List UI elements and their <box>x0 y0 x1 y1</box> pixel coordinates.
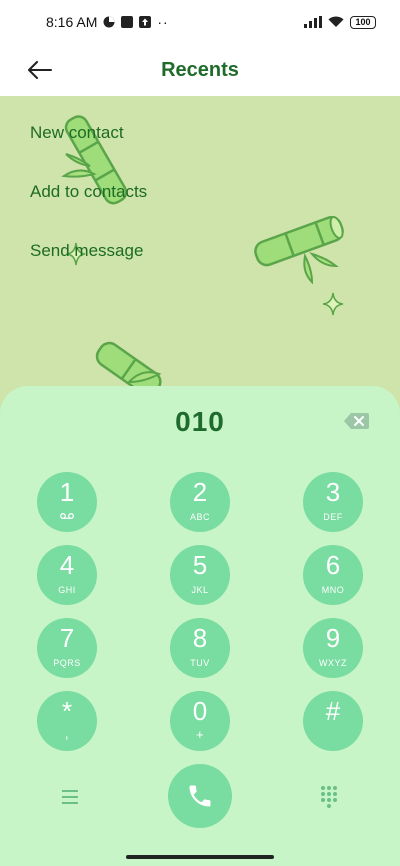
key-digit: # <box>325 696 341 726</box>
page-title: Recents <box>161 58 239 81</box>
upload-notification-icon <box>139 16 152 28</box>
key-letters: MNO <box>321 585 345 595</box>
more-notifications-indicator: ·· <box>157 14 169 30</box>
key-digit: 6 <box>325 550 341 580</box>
app-header: Recents <box>0 44 400 96</box>
status-bar: 8:16 AM ·· 100 <box>0 0 400 44</box>
key-0[interactable]: 0 + <box>170 691 230 751</box>
key-3[interactable]: 3 DEF <box>303 472 363 532</box>
menu-item-new-contact[interactable]: New contact <box>30 120 147 179</box>
notification-square-icon <box>121 16 134 28</box>
key-8[interactable]: 8 TUV <box>170 618 230 678</box>
dialer-actions <box>0 762 400 832</box>
signal-icon <box>304 16 322 28</box>
navigation-bar <box>0 846 400 866</box>
key-7[interactable]: 7 PQRS <box>37 618 97 678</box>
key-digit: 1 <box>59 477 75 507</box>
status-right: 100 <box>304 15 376 29</box>
key-letters: DEF <box>323 512 343 522</box>
key-letters: WXYZ <box>319 658 347 668</box>
back-button[interactable] <box>22 54 58 86</box>
menu-item-add-to-contacts[interactable]: Add to contacts <box>30 179 147 238</box>
key-hash[interactable]: # <box>303 691 363 751</box>
key-letters: TUV <box>190 658 210 668</box>
status-time: 8:16 AM <box>46 14 98 30</box>
key-digit: 4 <box>59 550 75 580</box>
key-letters: GHI <box>58 585 76 595</box>
key-2[interactable]: 2 ABC <box>170 472 230 532</box>
key-digit: 2 <box>192 477 208 507</box>
backspace-icon[interactable] <box>342 410 370 432</box>
recents-menu: New contact Add to contacts Send message <box>30 120 147 297</box>
menu-item-send-message[interactable]: Send message <box>30 238 147 297</box>
key-digit: 5 <box>192 550 208 580</box>
pie-notification-icon <box>103 16 115 28</box>
home-gesture-handle[interactable] <box>126 855 274 859</box>
arrow-left-icon <box>28 61 52 79</box>
status-left: 8:16 AM ·· <box>46 14 169 30</box>
sparkle-decoration-icon <box>322 292 344 316</box>
key-digit: * <box>61 696 73 726</box>
key-9[interactable]: 9 WXYZ <box>303 618 363 678</box>
phone-icon <box>189 785 211 807</box>
wifi-icon <box>328 16 344 27</box>
key-digit: 3 <box>325 477 341 507</box>
key-star[interactable]: * , <box>37 691 97 751</box>
key-letters: JKL <box>191 585 209 595</box>
battery-icon: 100 <box>350 15 376 29</box>
dialer-sheet: 010 1 2 ABC 3 DEF 4 GHI 5 JKL 6 MNO 7 PQ… <box>0 386 400 866</box>
key-digit: 8 <box>192 623 208 653</box>
key-6[interactable]: 6 MNO <box>303 545 363 605</box>
key-5[interactable]: 5 JKL <box>170 545 230 605</box>
voicemail-icon <box>60 513 74 519</box>
key-digit: 7 <box>59 623 75 653</box>
menu-icon[interactable] <box>58 786 82 808</box>
key-1[interactable]: 1 <box>37 472 97 532</box>
key-letters: PQRS <box>53 658 81 668</box>
dialed-number: 010 <box>175 406 225 437</box>
bamboo-decoration-icon <box>254 216 344 284</box>
key-digit: 0 <box>192 696 208 726</box>
call-button[interactable] <box>168 764 232 828</box>
key-4[interactable]: 4 GHI <box>37 545 97 605</box>
dialpad-icon[interactable] <box>318 784 340 808</box>
key-digit: 9 <box>325 623 341 653</box>
key-letters: + <box>195 727 205 742</box>
key-letters: ABC <box>189 512 210 522</box>
key-letters: , <box>64 725 70 741</box>
